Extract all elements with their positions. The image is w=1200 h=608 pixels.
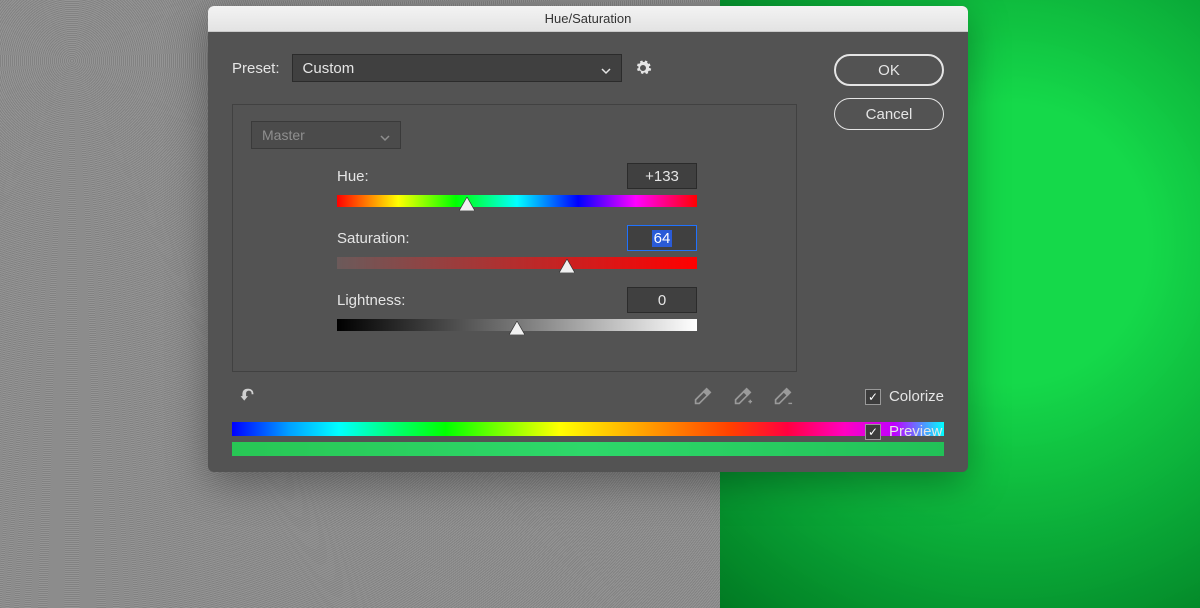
- cancel-button[interactable]: Cancel: [834, 98, 944, 130]
- lightness-slider-track[interactable]: [337, 319, 697, 331]
- hue-slider-thumb[interactable]: [459, 197, 475, 211]
- dialog-body: Preset: Custom OK Cancel Master: [208, 32, 968, 472]
- colorize-row[interactable]: Colorize: [865, 388, 944, 405]
- chevron-down-icon: [601, 63, 611, 73]
- saturation-slider-thumb[interactable]: [559, 259, 575, 273]
- eyedropper-group: [691, 386, 793, 408]
- chevron-down-icon: [380, 130, 390, 140]
- saturation-label: Saturation:: [337, 230, 410, 247]
- preset-options-button[interactable]: [634, 59, 652, 77]
- dialog-title: Hue/Saturation: [545, 11, 632, 26]
- channel-value: Master: [262, 127, 305, 143]
- lightness-label: Lightness:: [337, 292, 405, 309]
- dialog-button-column: OK Cancel: [834, 54, 944, 130]
- preview-label: Preview: [889, 423, 942, 440]
- adjustment-group: Master Hue: +133: [232, 104, 797, 372]
- preset-value: Custom: [303, 60, 355, 77]
- colorize-checkbox[interactable]: [865, 389, 881, 405]
- hue-value-input[interactable]: +133: [627, 163, 697, 189]
- tools-row: [232, 386, 797, 408]
- colorize-label: Colorize: [889, 388, 944, 405]
- preview-checkbox[interactable]: [865, 424, 881, 440]
- saturation-slider-block: Saturation: 64: [337, 225, 697, 269]
- input-spectrum-bar: [232, 422, 944, 436]
- preset-select[interactable]: Custom: [292, 54, 622, 82]
- eyedropper-plus-icon[interactable]: [731, 386, 753, 408]
- lightness-slider-thumb[interactable]: [509, 321, 525, 335]
- lightness-value-input[interactable]: 0: [627, 287, 697, 313]
- channel-select[interactable]: Master: [251, 121, 401, 149]
- preview-row[interactable]: Preview: [865, 423, 944, 440]
- output-spectrum-bar: [232, 442, 944, 456]
- ok-button[interactable]: OK: [834, 54, 944, 86]
- targeted-adjustment-icon[interactable]: [236, 386, 258, 408]
- eyedropper-minus-icon[interactable]: [771, 386, 793, 408]
- dialog-titlebar[interactable]: Hue/Saturation: [208, 6, 968, 32]
- hue-slider-track[interactable]: [337, 195, 697, 207]
- saturation-value-input[interactable]: 64: [627, 225, 697, 251]
- options-checkboxes: Colorize Preview: [865, 382, 944, 440]
- hue-label: Hue:: [337, 168, 369, 185]
- hue-saturation-dialog: Hue/Saturation Preset: Custom OK Cancel: [208, 6, 968, 472]
- preset-label: Preset:: [232, 60, 280, 77]
- saturation-slider-track[interactable]: [337, 257, 697, 269]
- hue-slider-block: Hue: +133: [337, 163, 697, 207]
- lightness-slider-block: Lightness: 0: [337, 287, 697, 331]
- eyedropper-icon[interactable]: [691, 386, 713, 408]
